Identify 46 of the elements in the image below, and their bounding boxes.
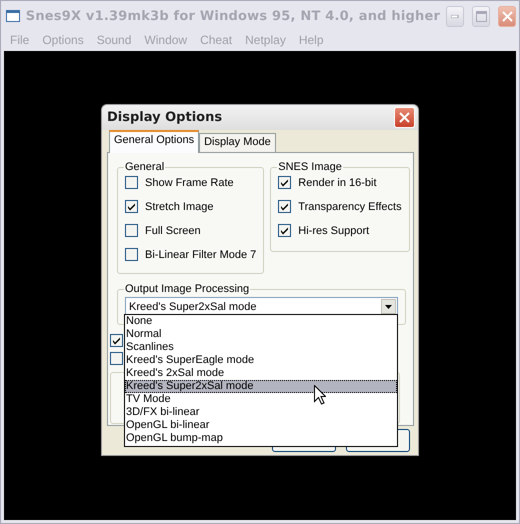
- close-icon: [399, 112, 410, 123]
- checkbox[interactable]: [278, 200, 292, 213]
- maximize-icon: [476, 10, 487, 22]
- dialog-title: Display Options: [107, 110, 224, 125]
- dropdown-option[interactable]: Kreed's Super2xSal mode: [125, 380, 397, 393]
- group-title: General: [124, 161, 166, 173]
- checkmark-icon: [127, 202, 136, 211]
- dropdown-option[interactable]: Scanlines: [125, 341, 397, 354]
- checkmark-icon: [280, 178, 290, 187]
- checkmark-icon: [112, 336, 121, 345]
- app-icon: [6, 10, 20, 22]
- minimize-icon: [451, 14, 460, 18]
- checkmark-icon: [280, 226, 290, 235]
- tab[interactable]: General Options: [109, 130, 200, 153]
- tab[interactable]: Display Mode: [199, 133, 276, 152]
- checkbox[interactable]: [110, 334, 123, 347]
- checkbox-label: Stretch Image: [145, 200, 214, 212]
- checkbox[interactable]: [125, 248, 138, 261]
- checkbox-label: Transparency Effects: [298, 200, 402, 212]
- checkbox[interactable]: [125, 224, 138, 237]
- checkmark-icon: [280, 202, 290, 211]
- mouse-pointer-icon: [314, 385, 326, 405]
- dropdown-option[interactable]: OpenGL bi-linear: [125, 419, 397, 432]
- checkbox[interactable]: [125, 200, 138, 213]
- group-title: Output Image Processing: [124, 283, 250, 295]
- checkbox-label: Bi-Linear Filter Mode 7: [145, 248, 256, 260]
- checkbox[interactable]: [110, 352, 123, 365]
- dropdown-option[interactable]: None: [125, 315, 397, 328]
- window-title: Snes9X v1.39mk3b for Windows 95, NT 4.0, and higher: [26, 8, 440, 24]
- dropdown-option[interactable]: OpenGL bump-map: [125, 432, 397, 445]
- checkbox[interactable]: [125, 176, 138, 189]
- checkbox-label: Render in 16-bit: [298, 176, 377, 188]
- dropdown-option[interactable]: Kreed's SuperEagle mode: [125, 354, 397, 367]
- group-title: SNES Image: [277, 161, 343, 173]
- close-icon: [502, 10, 512, 22]
- dropdown-option[interactable]: TV Mode: [125, 393, 397, 406]
- checkbox[interactable]: [278, 176, 292, 189]
- minimize-button[interactable]: [446, 6, 464, 26]
- checkbox-label: Full Screen: [145, 224, 201, 236]
- checkbox-label: Show Frame Rate: [145, 176, 234, 188]
- checkbox-label: Hi-res Support: [298, 224, 370, 236]
- dropdown-option[interactable]: 3D/FX bi-linear: [125, 406, 397, 419]
- dropdown-option[interactable]: Normal: [125, 328, 397, 341]
- close-button[interactable]: [498, 6, 516, 26]
- dropdown-option[interactable]: Kreed's 2xSal mode: [125, 367, 397, 380]
- checkbox[interactable]: [278, 224, 292, 237]
